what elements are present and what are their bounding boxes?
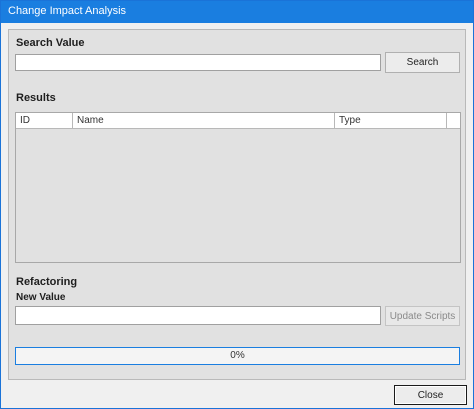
progress-text: 0% (230, 350, 245, 361)
column-header-filler (447, 113, 460, 128)
content-panel: Search Value Search Results ID Name Type… (8, 29, 466, 380)
window-title: Change Impact Analysis (8, 5, 127, 17)
search-section-label: Search Value (16, 37, 85, 49)
results-section-label: Results (16, 92, 56, 104)
search-button[interactable]: Search (385, 52, 460, 73)
new-value-label: New Value (16, 292, 66, 303)
update-scripts-button[interactable]: Update Scripts (385, 306, 460, 326)
column-header-id[interactable]: ID (16, 113, 73, 128)
progress-bar: 0% (15, 347, 460, 365)
dialog-window: Change Impact Analysis Search Value Sear… (0, 0, 474, 409)
close-button[interactable]: Close (394, 385, 467, 405)
refactoring-section-label: Refactoring (16, 276, 78, 288)
search-input[interactable] (15, 54, 381, 71)
title-bar[interactable]: Change Impact Analysis (1, 1, 473, 23)
column-header-type[interactable]: Type (335, 113, 447, 128)
results-grid-header: ID Name Type (16, 113, 460, 129)
results-grid[interactable]: ID Name Type (15, 112, 461, 263)
new-value-input[interactable] (15, 306, 381, 325)
column-header-name[interactable]: Name (73, 113, 335, 128)
